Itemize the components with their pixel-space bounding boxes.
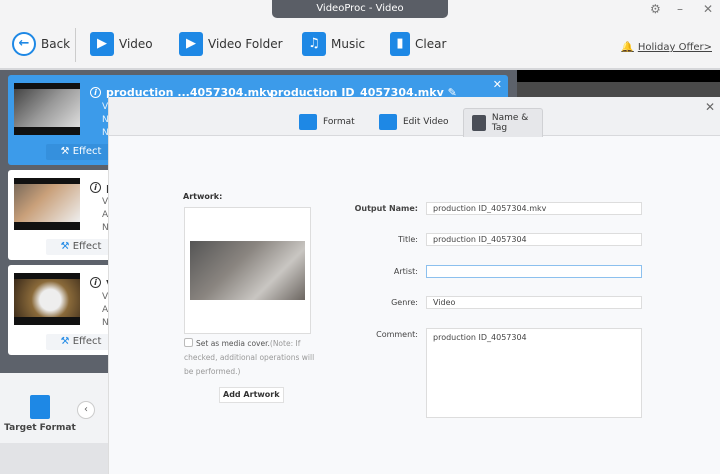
minimize-button[interactable]: – xyxy=(677,2,683,16)
output-name-input[interactable] xyxy=(426,202,642,215)
add-music-button[interactable]: ♫ Music xyxy=(302,32,365,56)
comment-textarea[interactable]: production ID_4057304 xyxy=(426,328,642,418)
cover-label: Set as media cover. xyxy=(196,339,270,348)
artwork-preview xyxy=(184,207,311,334)
add-video-button[interactable]: ▶ Video xyxy=(90,32,153,56)
wand-icon: ⚒ xyxy=(60,241,70,252)
edit-video-icon xyxy=(379,113,397,130)
title-input[interactable] xyxy=(426,233,642,246)
artist-input[interactable] xyxy=(426,265,642,278)
music-add-icon: ♫ xyxy=(302,32,326,56)
name-tag-icon xyxy=(472,115,486,131)
tab-format[interactable]: Format xyxy=(291,107,363,136)
music-label: Music xyxy=(331,37,366,51)
chevron-left-icon[interactable]: ‹ xyxy=(77,401,95,419)
tab-edit-video[interactable]: Edit Video xyxy=(371,107,457,136)
settings-icon[interactable]: ⚙ xyxy=(650,2,661,16)
video-label: Video xyxy=(119,37,153,51)
info-icon[interactable]: i xyxy=(90,277,101,288)
effect-button[interactable]: ⚒ Effect xyxy=(46,334,116,350)
genre-label: Genre: xyxy=(391,298,418,307)
video-preview xyxy=(517,70,720,100)
effect-label: Effect xyxy=(72,146,102,157)
artist-label: Artist: xyxy=(393,267,418,276)
video-thumbnail xyxy=(14,273,80,325)
clear-button[interactable]: ▮ Clear xyxy=(390,32,446,56)
media-cover-option: Set as media cover.(Note: If checked, ad… xyxy=(184,337,319,379)
artwork-image xyxy=(190,241,305,300)
artwork-label: Artwork: xyxy=(183,192,223,201)
bottom-panel: Target Format ‹ xyxy=(0,373,110,474)
tab-label: Name & Tag xyxy=(491,113,529,133)
video-add-icon: ▶ xyxy=(90,32,114,56)
clear-label: Clear xyxy=(415,37,447,51)
target-format-icon[interactable] xyxy=(30,395,50,419)
dialog-tabs: Format Edit Video Name & Tag ✕ xyxy=(109,97,720,137)
bell-icon: 🔔 xyxy=(621,42,634,53)
holiday-offer-link[interactable]: 🔔 Holiday Offer> xyxy=(621,42,712,53)
folder-add-icon: ▶ xyxy=(179,32,203,56)
output-name-label: Output Name: xyxy=(354,204,418,213)
offer-label: Holiday Offer> xyxy=(637,42,712,53)
info-icon[interactable]: i xyxy=(90,182,101,193)
trash-icon: ▮ xyxy=(390,32,410,56)
video-folder-label: Video Folder xyxy=(208,37,283,51)
wand-icon: ⚒ xyxy=(60,146,70,157)
format-icon xyxy=(299,113,317,130)
effect-label: Effect xyxy=(72,241,102,252)
effect-label: Effect xyxy=(72,336,102,347)
bottom-strip xyxy=(0,443,110,474)
back-label: Back xyxy=(41,37,71,51)
window-title: VideoProc - Video xyxy=(272,0,448,18)
tab-name-tag[interactable]: Name & Tag xyxy=(463,108,543,137)
video-thumbnail xyxy=(14,83,80,135)
wand-icon: ⚒ xyxy=(60,336,70,347)
info-icon[interactable]: i xyxy=(90,87,101,98)
genre-input[interactable] xyxy=(426,296,642,309)
title-bar: VideoProc - Video ⚙ – ✕ xyxy=(0,0,720,20)
target-format-label: Target Format xyxy=(4,423,76,433)
name-tag-dialog: Format Edit Video Name & Tag ✕ Artwork: … xyxy=(108,97,720,474)
effect-button[interactable]: ⚒ Effect xyxy=(46,239,116,255)
add-video-folder-button[interactable]: ▶ Video Folder xyxy=(179,32,283,56)
add-artwork-button[interactable]: Add Artwork xyxy=(219,387,284,403)
back-arrow-icon: ← xyxy=(12,32,36,56)
close-dialog-icon[interactable]: ✕ xyxy=(705,100,715,114)
tab-label: Edit Video xyxy=(403,116,449,127)
toolbar: ← Back ▶ Video ▶ Video Folder ♫ Music ▮ Clear… xyxy=(0,20,720,70)
effect-button[interactable]: ⚒ Effect xyxy=(46,144,116,160)
video-thumbnail xyxy=(14,178,80,230)
back-button[interactable]: ← Back xyxy=(12,32,70,56)
comment-label: Comment: xyxy=(376,330,418,339)
remove-card-icon[interactable]: ✕ xyxy=(493,78,502,91)
close-button[interactable]: ✕ xyxy=(703,2,713,16)
media-cover-checkbox[interactable] xyxy=(184,338,193,347)
divider xyxy=(75,28,76,62)
title-label: Title: xyxy=(398,235,418,244)
tab-label: Format xyxy=(323,116,355,127)
